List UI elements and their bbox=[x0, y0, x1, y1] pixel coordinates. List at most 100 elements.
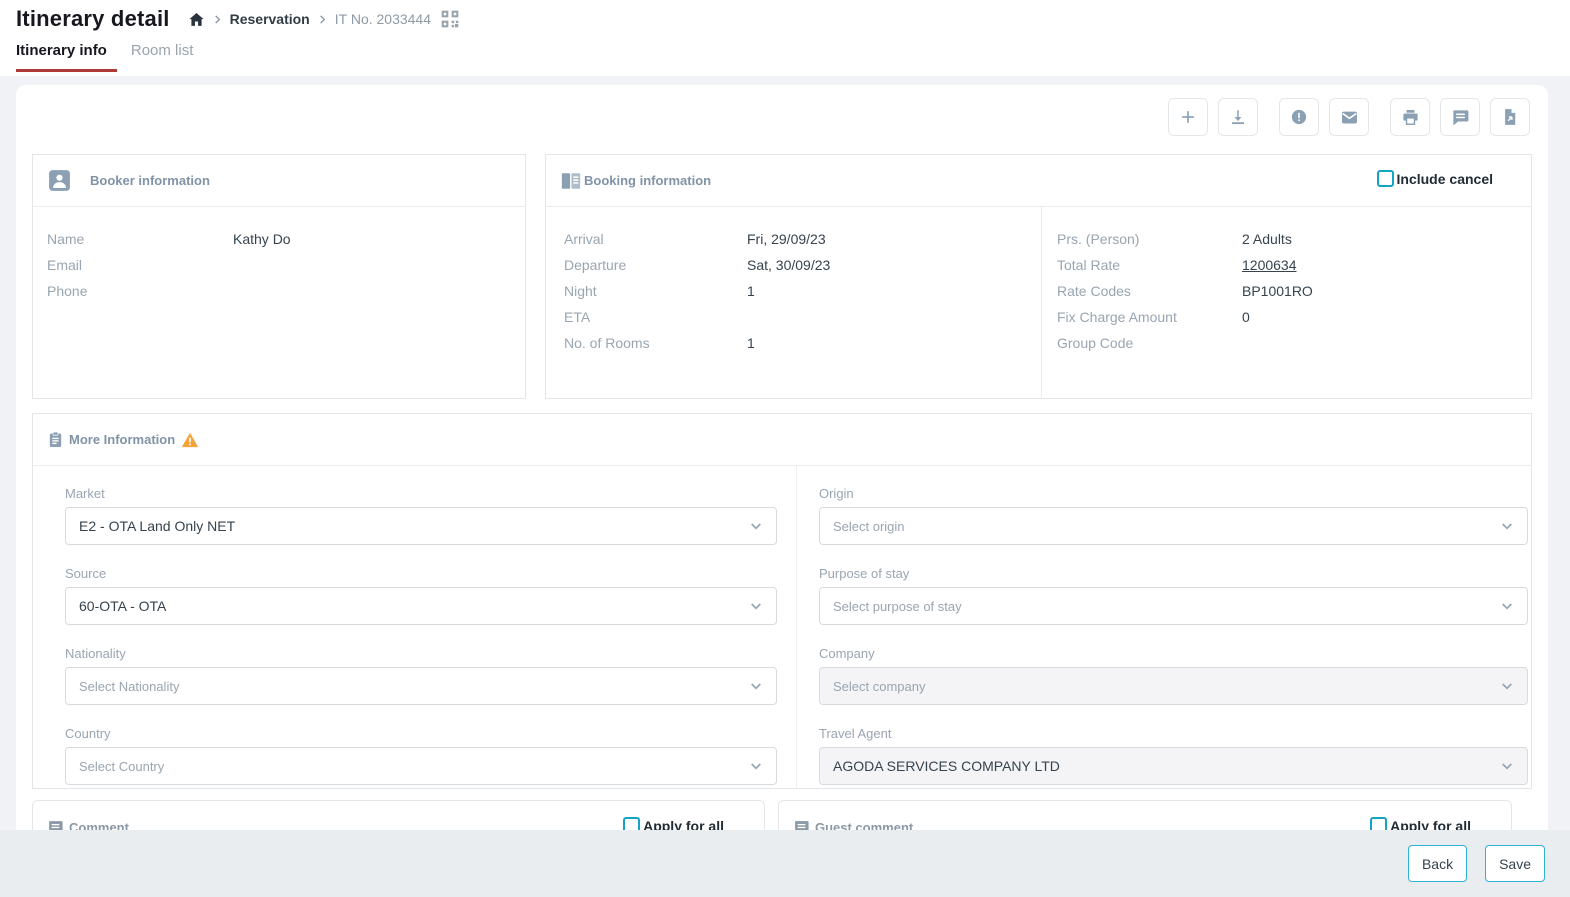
breadcrumb-reservation[interactable]: Reservation bbox=[230, 11, 310, 27]
print-button[interactable] bbox=[1390, 98, 1430, 136]
field-value: 0 bbox=[1242, 309, 1250, 325]
field-label: Total Rate bbox=[1057, 257, 1242, 273]
tab-room-list[interactable]: Room list bbox=[131, 42, 200, 72]
source-select[interactable]: 60-OTA - OTA bbox=[65, 587, 777, 625]
title-row: Itinerary detail Reservation IT No. 2033… bbox=[0, 0, 1570, 32]
select-placeholder: Select company bbox=[833, 679, 926, 694]
field-label: Group Code bbox=[1057, 335, 1242, 351]
booking-total-rate-row: Total Rate 1200634 bbox=[1057, 252, 1531, 278]
alert-button[interactable] bbox=[1279, 98, 1319, 136]
booking-night-row: Night 1 bbox=[564, 278, 1041, 304]
booker-phone-row: Phone bbox=[47, 278, 511, 304]
booking-persons-row: Prs. (Person) 2 Adults bbox=[1057, 226, 1531, 252]
chevron-down-icon bbox=[1499, 518, 1515, 534]
comment-button[interactable] bbox=[1440, 98, 1480, 136]
nationality-field: Nationality Select Nationality bbox=[65, 646, 777, 705]
include-cancel-toggle[interactable]: Include cancel bbox=[1377, 170, 1493, 187]
tab-bar: Itinerary info Room list bbox=[16, 42, 1570, 72]
chevron-right-icon bbox=[317, 14, 328, 25]
country-field: Country Select Country bbox=[65, 726, 777, 785]
booker-panel-header: Booker information bbox=[33, 155, 525, 207]
book-icon bbox=[560, 170, 582, 192]
booking-arrival-row: Arrival Fri, 29/09/23 bbox=[564, 226, 1041, 252]
origin-select[interactable]: Select origin bbox=[819, 507, 1528, 545]
field-value: 1 bbox=[747, 283, 755, 299]
add-button[interactable] bbox=[1168, 98, 1208, 136]
booker-panel-title: Booker information bbox=[90, 173, 210, 188]
include-cancel-checkbox[interactable] bbox=[1377, 170, 1394, 187]
booking-information-panel: Booking information Include cancel Arriv… bbox=[545, 154, 1532, 399]
qr-code-icon[interactable] bbox=[440, 9, 460, 29]
booking-right-column: Prs. (Person) 2 Adults Total Rate 120063… bbox=[1041, 207, 1531, 399]
field-label: Origin bbox=[819, 486, 1528, 501]
home-icon[interactable] bbox=[188, 11, 205, 28]
booking-eta-row: ETA bbox=[564, 304, 1041, 330]
select-value: AGODA SERVICES COMPANY LTD bbox=[833, 758, 1060, 774]
nationality-select[interactable]: Select Nationality bbox=[65, 667, 777, 705]
file-export-icon bbox=[1501, 108, 1519, 126]
purpose-of-stay-select[interactable]: Select purpose of stay bbox=[819, 587, 1528, 625]
select-value: E2 - OTA Land Only NET bbox=[79, 518, 235, 534]
field-value: BP1001RO bbox=[1242, 283, 1313, 299]
travel-agent-select[interactable]: AGODA SERVICES COMPANY LTD bbox=[819, 747, 1528, 785]
save-button[interactable]: Save bbox=[1485, 845, 1545, 882]
chevron-down-icon bbox=[1499, 598, 1515, 614]
total-rate-link[interactable]: 1200634 bbox=[1242, 257, 1297, 273]
download-icon bbox=[1229, 108, 1247, 126]
field-label: Name bbox=[47, 231, 233, 247]
clipboard-icon bbox=[47, 431, 64, 448]
back-button[interactable]: Back bbox=[1408, 845, 1467, 882]
field-label: Phone bbox=[47, 283, 233, 299]
market-select[interactable]: E2 - OTA Land Only NET bbox=[65, 507, 777, 545]
country-select[interactable]: Select Country bbox=[65, 747, 777, 785]
alert-circle-icon bbox=[1290, 108, 1308, 126]
field-value: Kathy Do bbox=[233, 231, 291, 247]
origin-field: Origin Select origin bbox=[819, 486, 1528, 545]
field-label: Market bbox=[65, 486, 777, 501]
field-label: Company bbox=[819, 646, 1528, 661]
booker-fields: Name Kathy Do Email Phone bbox=[33, 207, 525, 304]
field-label: Prs. (Person) bbox=[1057, 231, 1242, 247]
select-value: 60-OTA - OTA bbox=[79, 598, 166, 614]
include-cancel-label: Include cancel bbox=[1397, 171, 1493, 187]
booking-panel-header: Booking information Include cancel bbox=[546, 155, 1531, 207]
download-button[interactable] bbox=[1218, 98, 1258, 136]
page-header: Itinerary detail Reservation IT No. 2033… bbox=[0, 0, 1570, 76]
company-field: Company Select company bbox=[819, 646, 1528, 705]
person-icon bbox=[47, 168, 72, 193]
chevron-right-icon bbox=[212, 14, 223, 25]
market-field: Market E2 - OTA Land Only NET bbox=[65, 486, 777, 545]
field-label: Country bbox=[65, 726, 777, 741]
select-placeholder: Select purpose of stay bbox=[833, 599, 962, 614]
field-label: Night bbox=[564, 283, 747, 299]
chevron-down-icon bbox=[748, 598, 764, 614]
chevron-down-icon bbox=[748, 678, 764, 694]
select-placeholder: Select origin bbox=[833, 519, 905, 534]
more-info-header: More Information bbox=[33, 414, 1531, 466]
select-placeholder: Select Nationality bbox=[79, 679, 179, 694]
warning-icon bbox=[181, 431, 199, 449]
booking-rate-codes-row: Rate Codes BP1001RO bbox=[1057, 278, 1531, 304]
select-placeholder: Select Country bbox=[79, 759, 164, 774]
field-value: 1 bbox=[747, 335, 755, 351]
field-label: Purpose of stay bbox=[819, 566, 1528, 581]
field-label: Rate Codes bbox=[1057, 283, 1242, 299]
field-label: Travel Agent bbox=[819, 726, 1528, 741]
tab-itinerary-info[interactable]: Itinerary info bbox=[16, 42, 117, 72]
field-label: ETA bbox=[564, 309, 747, 325]
booking-rooms-row: No. of Rooms 1 bbox=[564, 330, 1041, 356]
company-select[interactable]: Select company bbox=[819, 667, 1528, 705]
content-card: Booker information Name Kathy Do Email P… bbox=[16, 85, 1548, 897]
email-button[interactable] bbox=[1329, 98, 1369, 136]
field-label: Nationality bbox=[65, 646, 777, 661]
booking-fix-charge-row: Fix Charge Amount 0 bbox=[1057, 304, 1531, 330]
booker-email-row: Email bbox=[47, 252, 511, 278]
more-info-title: More Information bbox=[69, 432, 175, 447]
field-value: Sat, 30/09/23 bbox=[747, 257, 830, 273]
tab-label: Itinerary info bbox=[16, 42, 107, 59]
app-root: Itinerary detail Reservation IT No. 2033… bbox=[0, 0, 1570, 897]
export-file-button[interactable] bbox=[1490, 98, 1530, 136]
field-label: Source bbox=[65, 566, 777, 581]
breadcrumb: Reservation IT No. 2033444 bbox=[188, 9, 460, 29]
booking-group-code-row: Group Code bbox=[1057, 330, 1531, 356]
